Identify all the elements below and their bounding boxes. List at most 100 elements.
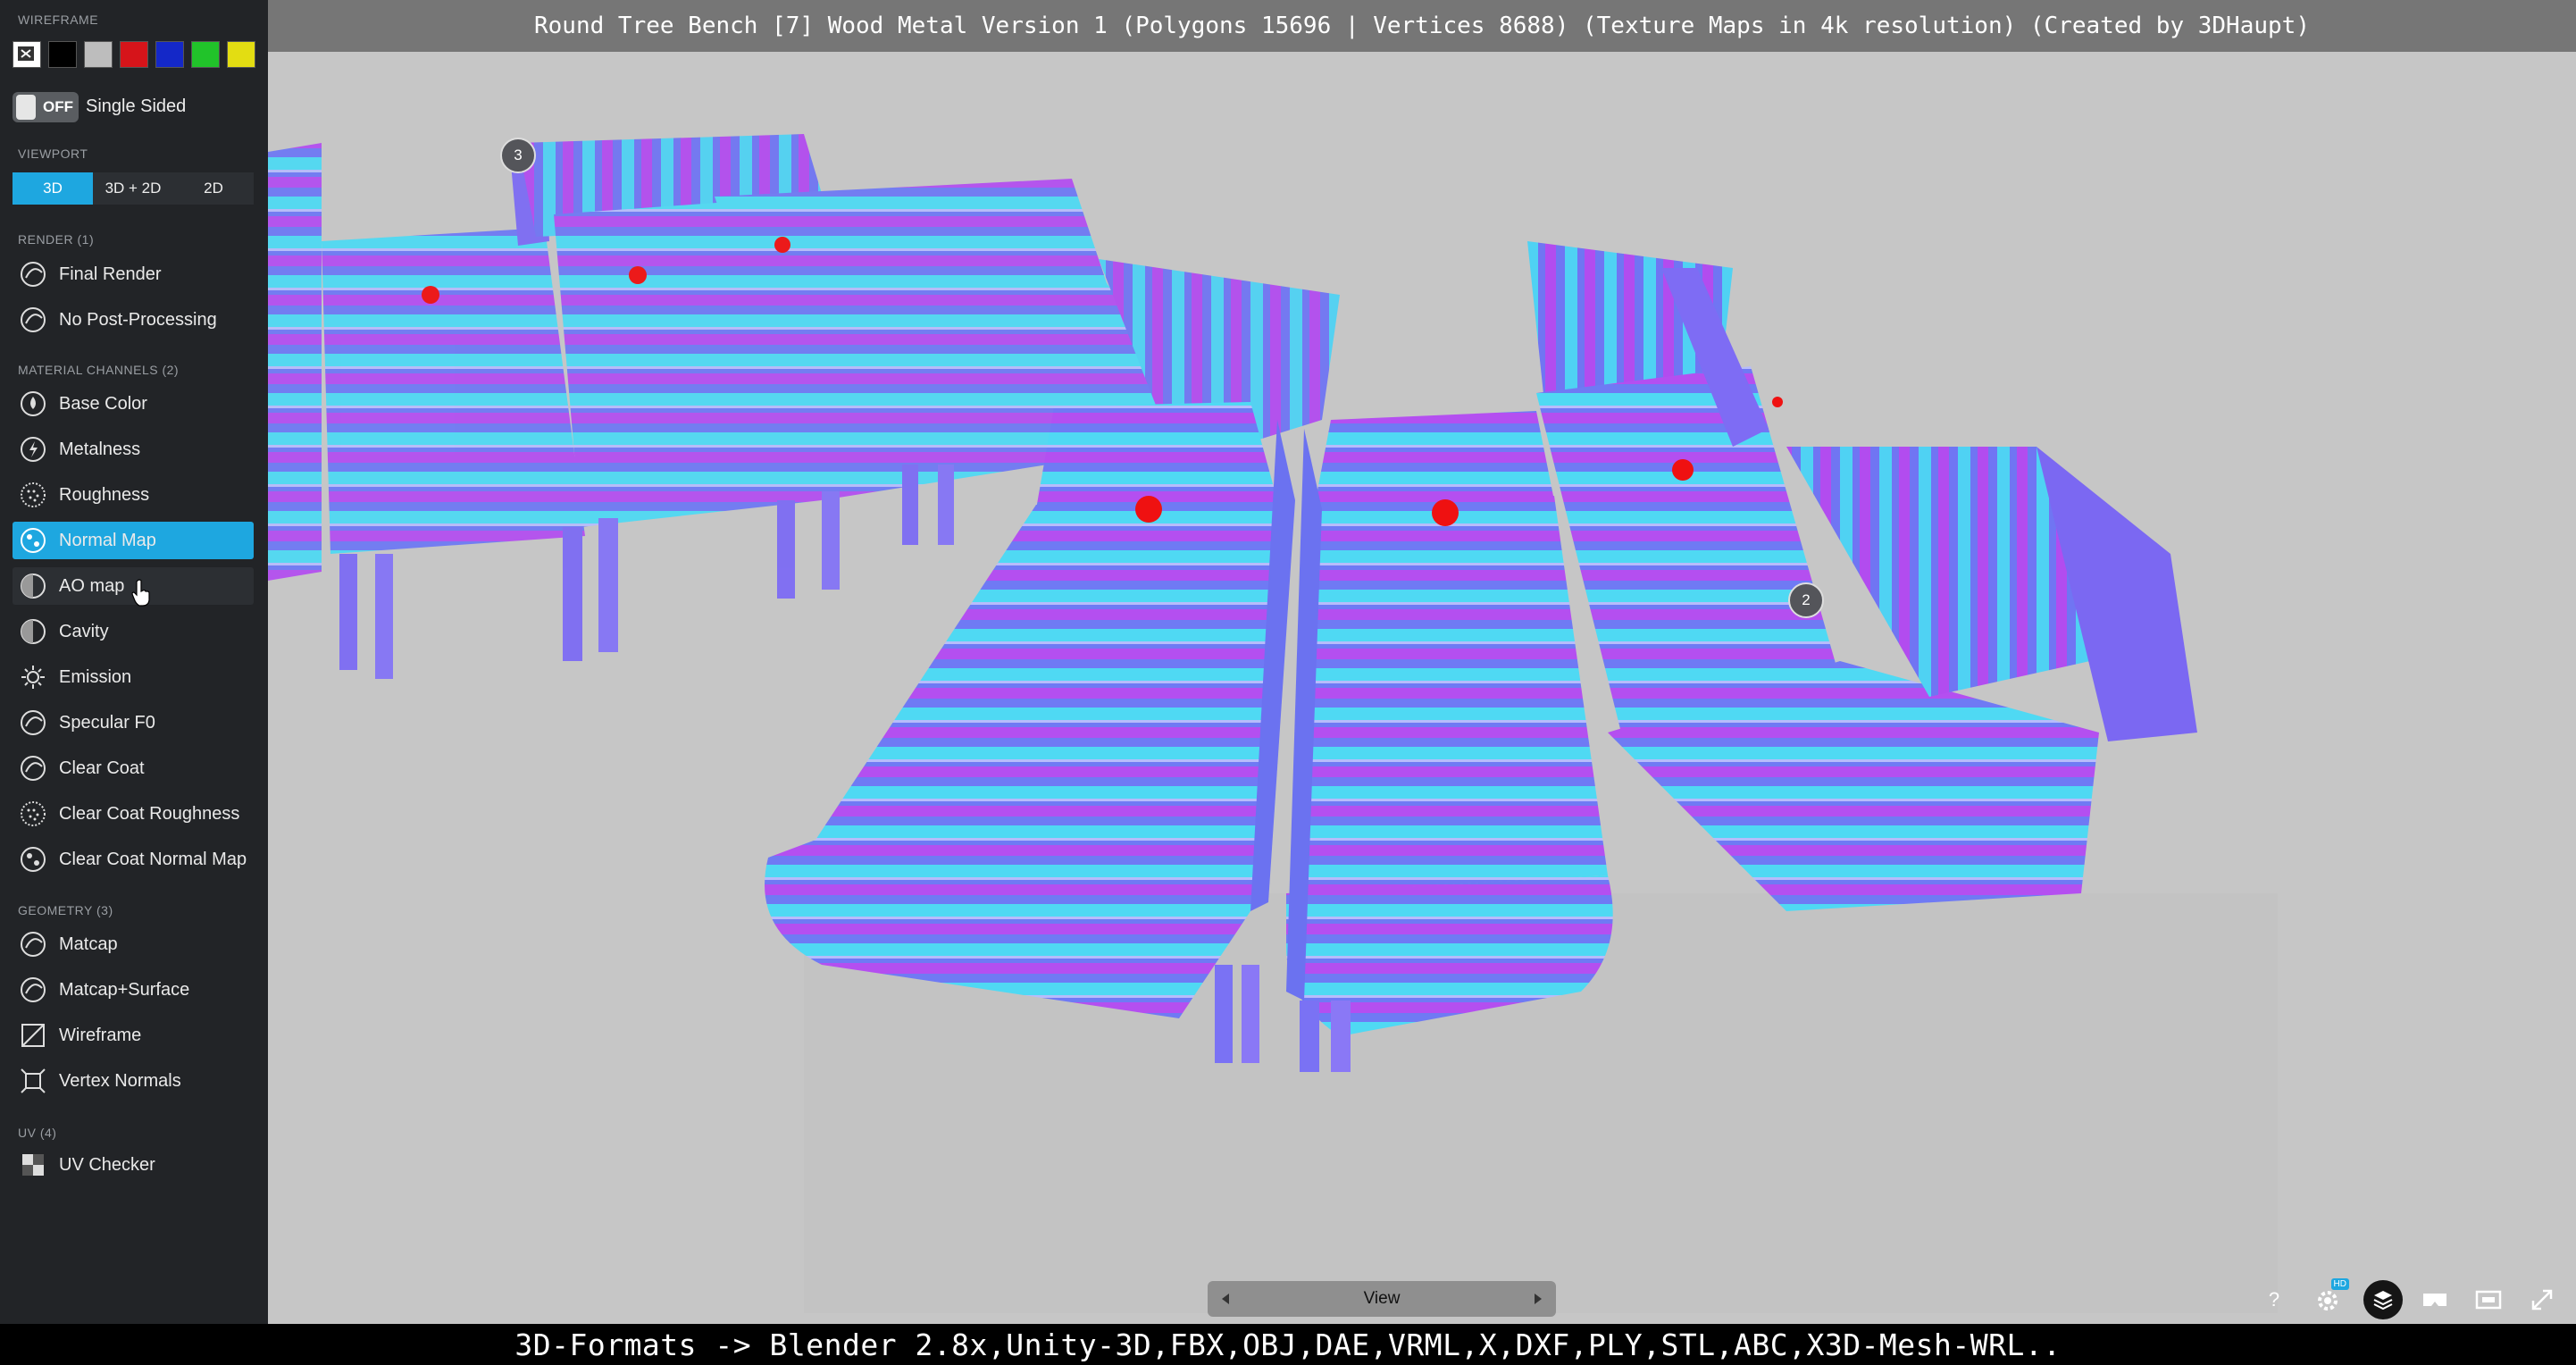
prev-view-button[interactable] (1208, 1281, 1243, 1317)
annotation-hotspot[interactable]: 3 (500, 138, 536, 173)
wireframe-color-swatch[interactable] (120, 41, 148, 68)
menu-item-label: No Post-Processing (59, 309, 217, 330)
viewport-2d-button[interactable]: 2D (173, 172, 254, 205)
vertex-normals-icon (18, 1066, 48, 1096)
section-label-render: RENDER (1) (18, 232, 95, 247)
formats-text: 3D-Formats -> Blender 2.8x,Unity-3D,FBX,… (514, 1327, 2062, 1362)
annotation-hotspot[interactable]: 2 (1788, 582, 1824, 618)
menu-item-vertex-normals[interactable]: Vertex Normals (13, 1062, 254, 1100)
menu-item-no-post-processing[interactable]: No Post-Processing (13, 301, 254, 339)
fullscreen-button[interactable] (2526, 1284, 2558, 1316)
wireframe-color-swatch[interactable] (84, 41, 113, 68)
menu-item-specular-f0[interactable]: Specular F0 (13, 704, 254, 741)
normal-sphere-icon (18, 525, 48, 556)
menu-item-label: Emission (59, 666, 132, 687)
menu-item-label: AO map (59, 575, 125, 596)
menu-item-base-color[interactable]: Base Color (13, 385, 254, 423)
menu-item-clear-coat-normal-map[interactable]: Clear Coat Normal Map (13, 841, 254, 878)
sphere-icon (18, 975, 48, 1005)
wireframe-icon (18, 1020, 48, 1051)
section-label-geometry: GEOMETRY (3) (18, 903, 113, 917)
hotspot-number: 3 (514, 147, 523, 163)
menu-item-roughness[interactable]: Roughness (13, 476, 254, 514)
normal-sphere-icon (18, 844, 48, 875)
menu-item-label: Roughness (59, 484, 150, 505)
embed-icon (2475, 1290, 2502, 1310)
menu-item-label: Clear Coat Normal Map (59, 849, 247, 869)
sphere-icon (18, 929, 48, 959)
hotspot-number: 2 (1802, 591, 1811, 608)
single-sided-label: Single Sided (86, 96, 187, 116)
view-label: View (1363, 1289, 1401, 1308)
wireframe-color-swatch[interactable] (191, 41, 220, 68)
color-picker-icon (18, 46, 34, 61)
next-view-button[interactable] (1520, 1281, 1556, 1317)
menu-item-label: Final Render (59, 264, 162, 284)
menu-item-label: Normal Map (59, 530, 156, 550)
formats-footer: 3D-Formats -> Blender 2.8x,Unity-3D,FBX,… (0, 1324, 2576, 1365)
title-bar: Round Tree Bench [7] Wood Metal Version … (268, 0, 2576, 52)
wireframe-color-swatch[interactable] (155, 41, 184, 68)
menu-item-normal-map[interactable]: Normal Map (13, 522, 254, 559)
sphere-icon (18, 708, 48, 738)
bench-model-render (268, 134, 2278, 1313)
menu-item-label: Specular F0 (59, 712, 155, 733)
checker-icon (18, 1150, 48, 1180)
model-title: Round Tree Bench [7] Wood Metal Version … (534, 13, 2310, 39)
fullscreen-icon (2531, 1289, 2553, 1311)
menu-item-wireframe[interactable]: Wireframe (13, 1017, 254, 1054)
menu-item-label: UV Checker (59, 1154, 155, 1175)
wireframe-color-swatch[interactable] (13, 41, 41, 68)
toggle-state: OFF (43, 98, 73, 115)
arrow-right-icon (1535, 1294, 1542, 1304)
menu-item-label: Clear Coat (59, 758, 145, 778)
menu-item-uv-checker[interactable]: UV Checker (13, 1146, 254, 1184)
drop-icon (18, 389, 48, 419)
sphere-icon (18, 305, 48, 335)
layers-button[interactable] (2363, 1280, 2403, 1319)
sphere-icon (18, 259, 48, 289)
vr-icon (2423, 1294, 2446, 1306)
3d-viewport[interactable]: 3 2 (268, 0, 2576, 1324)
arrow-left-icon (1222, 1294, 1229, 1304)
menu-item-matcap[interactable]: Matcap (13, 925, 254, 963)
sphere-icon (18, 753, 48, 783)
section-label-material-channels: MATERIAL CHANNELS (2) (18, 363, 180, 377)
toggle-knob (16, 95, 36, 120)
inspector-sidebar: WIREFRAME OFF Single Sided VIEWPORT 3D 3… (0, 0, 268, 1324)
menu-item-clear-coat[interactable]: Clear Coat (13, 749, 254, 787)
dots-sphere-icon (18, 799, 48, 829)
gear-icon (2318, 1291, 2338, 1311)
viewport-3d-2d-button[interactable]: 3D + 2D (93, 172, 173, 205)
metal-icon (18, 434, 48, 465)
menu-item-label: Clear Coat Roughness (59, 803, 240, 824)
menu-item-label: Matcap (59, 934, 118, 954)
section-label-wireframe: WIREFRAME (18, 13, 99, 27)
view-navigator: View (1208, 1281, 1556, 1317)
hand-cursor-icon (131, 579, 150, 607)
dots-sphere-icon (18, 480, 48, 510)
menu-item-cavity[interactable]: Cavity (13, 613, 254, 650)
menu-item-emission[interactable]: Emission (13, 658, 254, 696)
embed-button[interactable] (2472, 1284, 2505, 1316)
section-label-viewport: VIEWPORT (18, 147, 88, 161)
settings-button[interactable]: HD (2312, 1278, 2349, 1316)
layers-icon (2373, 1291, 2393, 1311)
wireframe-color-swatch[interactable] (227, 41, 255, 68)
viewport-3d-button[interactable]: 3D (13, 172, 93, 205)
menu-item-label: Base Color (59, 393, 147, 414)
menu-item-final-render[interactable]: Final Render (13, 255, 254, 293)
menu-item-label: Metalness (59, 439, 141, 459)
help-button[interactable]: ? (2258, 1284, 2290, 1316)
wireframe-color-swatch[interactable] (48, 41, 77, 68)
menu-item-label: Matcap+Surface (59, 979, 190, 1000)
single-sided-toggle[interactable]: OFF (13, 92, 79, 122)
hd-badge: HD (2330, 1278, 2349, 1290)
help-icon: ? (2268, 1288, 2280, 1311)
menu-item-clear-coat-roughness[interactable]: Clear Coat Roughness (13, 795, 254, 833)
menu-item-label: Vertex Normals (59, 1070, 181, 1091)
menu-item-matcap-surface[interactable]: Matcap+Surface (13, 971, 254, 1009)
menu-item-metalness[interactable]: Metalness (13, 431, 254, 468)
vr-button[interactable] (2419, 1284, 2451, 1316)
menu-item-label: Wireframe (59, 1025, 142, 1045)
